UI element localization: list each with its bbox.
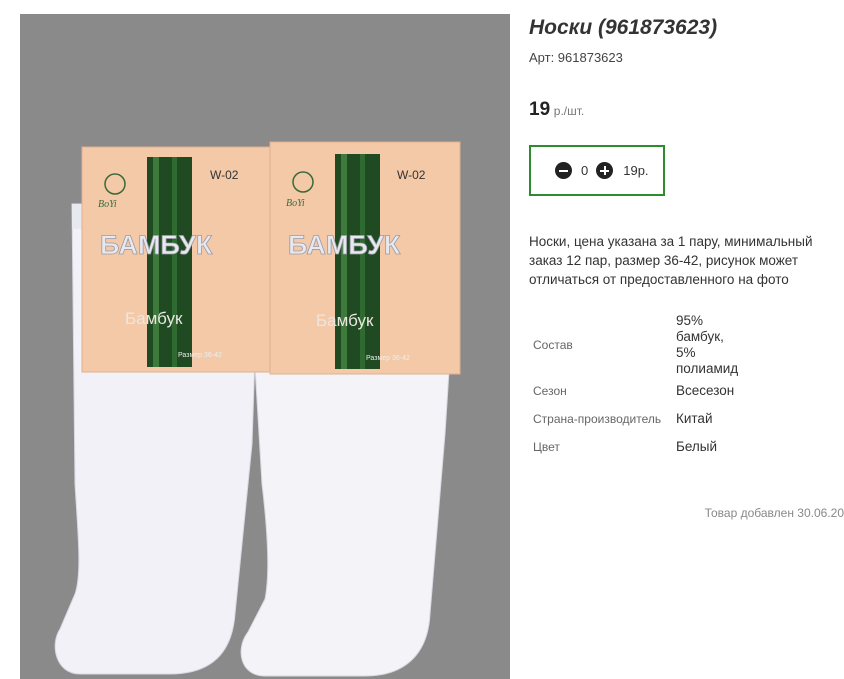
price-unit: р./шт. [553, 104, 585, 118]
property-key: Страна-производитель [533, 412, 662, 426]
label-code-left: W-02 [210, 168, 239, 182]
product-properties: Состав 95% бамбук, 5% полиамид Сезон Все… [529, 313, 746, 461]
right-label: W-02 BoYi БАМБУК Бамбук Размер 36-42 [269, 141, 461, 375]
left-label: W-02 BoYi БАМБУК Бамбук Размер 36-42 [81, 146, 273, 373]
label-size-left: Размер 36-42 [178, 352, 222, 359]
product-info: Носки (961873623) Арт: 961873623 19 р./ш… [529, 14, 844, 520]
quantity-stepper: 0 19р. [529, 145, 665, 196]
product-photo[interactable]: W-02 BoYi БАМБУК Бамбук Размер 36-42 W-0… [20, 14, 510, 679]
label-subtitle-right: Бамбук [316, 311, 374, 330]
label-brand-left: BoYi [98, 199, 117, 210]
property-key: Цвет [533, 440, 560, 454]
product-sku: Арт: 961873623 [529, 50, 623, 65]
property-key: Сезон [533, 384, 567, 398]
socks-illustration: W-02 BoYi БАМБУК Бамбук Размер 36-42 W-0… [54, 141, 461, 677]
label-title-right: БАМБУК [288, 230, 401, 260]
property-row: Состав 95% бамбук, 5% полиамид [529, 313, 746, 377]
property-value: Китай [676, 411, 713, 426]
plus-circle-icon[interactable] [596, 162, 614, 179]
product-price: 19 р./шт. [529, 99, 844, 121]
minus-circle-icon[interactable] [555, 162, 572, 179]
property-key: Состав [533, 338, 573, 352]
property-row: Страна-производитель Китай [529, 405, 746, 433]
label-title-left: БАМБУК [100, 230, 213, 260]
price-value: 19 [529, 99, 551, 120]
property-row: Сезон Всесезон [529, 377, 746, 405]
quantity-value[interactable]: 0 [581, 163, 588, 178]
label-brand-right: BoYi [286, 198, 305, 209]
added-date: Товар добавлен 30.06.20 [704, 506, 844, 520]
property-value: Всесезон [676, 383, 735, 398]
property-row: Цвет Белый [529, 433, 746, 461]
product-title: Носки (961873623) [529, 16, 718, 39]
property-value: 95% бамбук, 5% полиамид [676, 313, 739, 376]
quantity-total: 19р. [623, 163, 649, 178]
property-value: Белый [676, 439, 718, 454]
label-subtitle-left: Бамбук [125, 309, 183, 328]
label-code-right: W-02 [397, 168, 426, 182]
product-description: Носки, цена указана за 1 пару, минимальн… [529, 234, 813, 287]
label-size-right: Размер 36-42 [366, 355, 410, 362]
